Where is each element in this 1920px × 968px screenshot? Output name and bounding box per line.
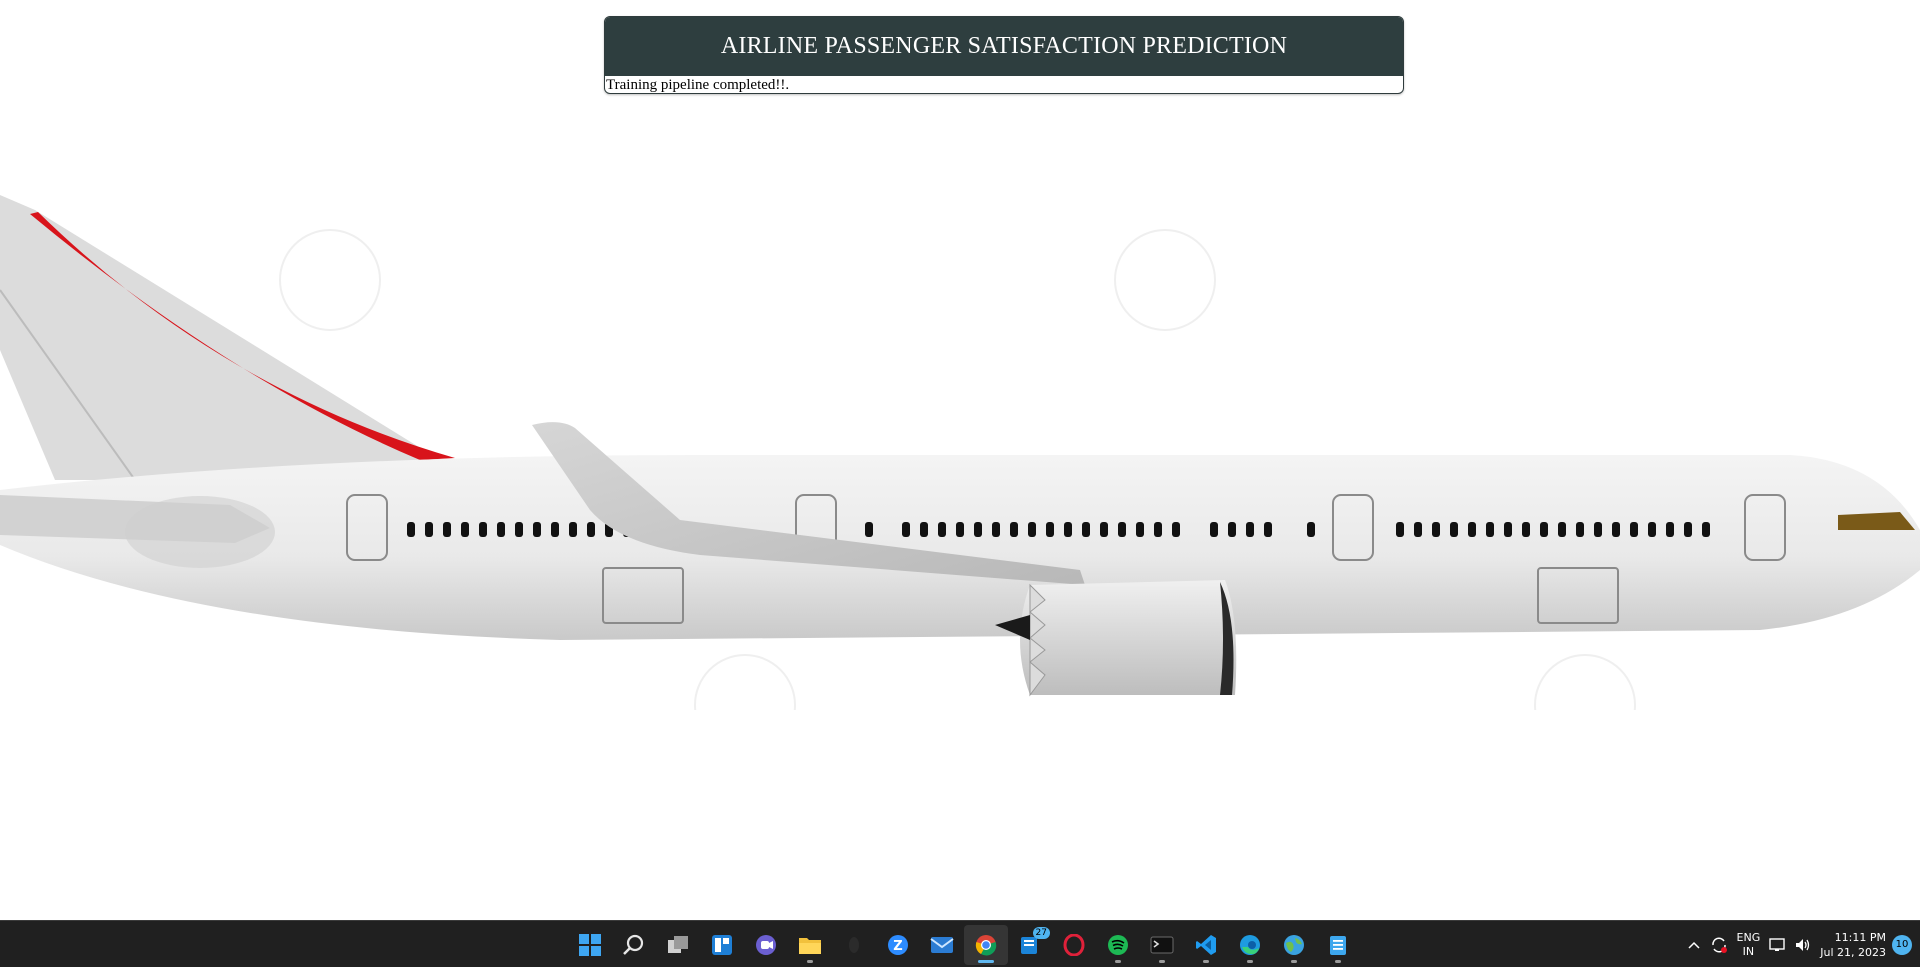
file-explorer-icon[interactable] [788, 925, 832, 965]
news-icon[interactable]: 27 [1008, 925, 1052, 965]
vscode-icon[interactable] [1184, 925, 1228, 965]
edge-icon[interactable] [1228, 925, 1272, 965]
opera-icon[interactable] [1052, 925, 1096, 965]
page-title: AIRLINE PASSENGER SATISFACTION PREDICTIO… [605, 17, 1403, 76]
svg-text:Z: Z [893, 939, 902, 954]
status-message: Training pipeline completed!!. [606, 77, 790, 93]
airplane-image [0, 195, 1920, 710]
app-icon[interactable] [832, 925, 876, 965]
language-code: ENG [1736, 930, 1761, 944]
region-code: IN [1742, 944, 1755, 958]
header-card: AIRLINE PASSENGER SATISFACTION PREDICTIO… [604, 16, 1404, 94]
chevron-up-icon[interactable] [1683, 921, 1705, 968]
notification-badge[interactable]: 10 [1892, 934, 1912, 955]
taskbar: Z 27 ENG IN 11:11 PM Jul 21, 2023 10 [0, 920, 1920, 967]
language-indicator[interactable]: ENG IN [1733, 921, 1765, 968]
terminal-icon[interactable] [1140, 925, 1184, 965]
taskbar-apps: Z 27 [568, 921, 1360, 968]
volume-icon[interactable] [1790, 921, 1816, 968]
windows-start-icon[interactable] [568, 925, 612, 965]
teams-chat-icon[interactable] [744, 925, 788, 965]
clock[interactable]: 11:11 PM Jul 21, 2023 [1816, 921, 1892, 968]
search-icon[interactable] [612, 925, 656, 965]
spotify-icon[interactable] [1096, 925, 1140, 965]
mail-icon[interactable] [920, 925, 964, 965]
widgets-icon[interactable] [700, 925, 744, 965]
network-icon[interactable] [1764, 921, 1790, 968]
sync-icon[interactable] [1705, 921, 1733, 968]
maps-icon[interactable] [1272, 925, 1316, 965]
news-badge: 27 [1032, 926, 1050, 939]
chrome-icon[interactable] [964, 924, 1008, 965]
clock-date: Jul 21, 2023 [1820, 945, 1886, 959]
clock-time: 11:11 PM [1834, 930, 1886, 944]
notepad-icon[interactable] [1316, 925, 1360, 965]
task-view-icon[interactable] [656, 925, 700, 965]
system-tray: ENG IN 11:11 PM Jul 21, 2023 10 [1683, 921, 1920, 968]
page: AIRLINE PASSENGER SATISFACTION PREDICTIO… [0, 0, 1920, 920]
zoom-icon[interactable]: Z [876, 925, 920, 965]
